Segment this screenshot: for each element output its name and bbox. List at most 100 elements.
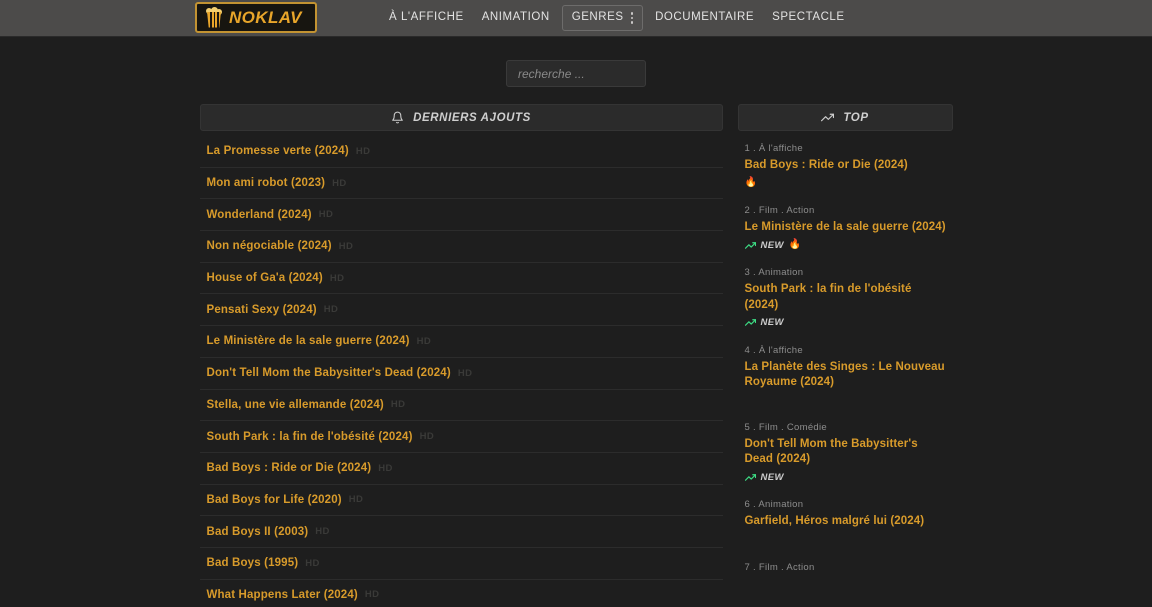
bell-icon [391, 111, 404, 124]
top-item-meta: 3 . Animation [744, 267, 804, 279]
top-item-title: La Planète des Singes : Le Nouveau Royau… [744, 360, 945, 388]
main-content: DERNIERS AJOUTS La Promesse verte (2024)… [0, 87, 1152, 607]
quality-badge: HD [364, 589, 380, 601]
nav-item-documentaire[interactable]: DOCUMENTAIRE [646, 6, 763, 30]
top-item-meta: 7 . Film . Action [744, 561, 815, 573]
list-item[interactable]: Stella, une vie allemande (2024) HD [199, 390, 723, 422]
search-input[interactable] [506, 60, 646, 87]
top-item-meta: 4 . À l'affiche [744, 344, 803, 356]
top-item-flags: 🔥 [745, 177, 949, 189]
list-item[interactable]: What Happens Later (2024) HD [200, 580, 723, 607]
nav-item-label: À L'AFFICHE [389, 11, 464, 24]
nav-item-label: GENRES [571, 11, 624, 24]
trending-up-icon [744, 317, 756, 328]
quality-badge: HD [338, 240, 354, 252]
top-item-meta: 6 . Animation [744, 499, 804, 511]
quality-badge: HD [329, 272, 345, 284]
top-list-item[interactable]: 3 . Animation South Park : la fin de l'o… [738, 260, 953, 337]
quality-badge: HD [348, 494, 364, 506]
top-item-flags [745, 534, 949, 546]
quality-badge: HD [315, 526, 330, 538]
top-item-flags: NEW [744, 471, 949, 483]
top-panel-header: TOP [737, 104, 953, 131]
nav-item-animation[interactable]: ANIMATION [473, 6, 559, 30]
latest-additions-title: DERNIERS AJOUTS [413, 111, 531, 124]
trending-up-icon [744, 472, 756, 483]
nav-item-a-laffiche[interactable]: À L'AFFICHE [380, 6, 473, 30]
list-item[interactable]: Non négociable (2024) HD [199, 231, 723, 263]
new-badge: NEW [760, 317, 784, 329]
list-item-title: House of Ga'a (2024) [206, 272, 323, 285]
latest-additions-header: DERNIERS AJOUTS [199, 104, 723, 131]
quality-badge: HD [318, 209, 334, 221]
nav-item-genres[interactable]: GENRES [561, 5, 644, 31]
list-item-title: Wonderland (2024) [206, 208, 312, 221]
quality-badge: HD [390, 399, 406, 411]
top-list-item[interactable]: 2 . Film . Action Le Ministère de la sal… [738, 198, 953, 260]
top-item-title: Garfield, Héros malgré lui (2024) [744, 515, 925, 528]
quality-badge: HD [416, 335, 432, 347]
top-list-item[interactable]: 5 . Film . Comédie Don't Tell Mom the Ba… [738, 415, 953, 492]
top-panel: TOP 1 . À l'affiche Bad Boys : Ride or D… [737, 104, 953, 607]
list-item[interactable]: Bad Boys (1995) HD [199, 548, 723, 580]
list-item-title: La Promesse verte (2024) [206, 145, 349, 158]
nav-item-label: DOCUMENTAIRE [655, 11, 755, 24]
list-item[interactable]: Don't Tell Mom the Babysitter's Dead (20… [199, 358, 723, 390]
quality-badge: HD [378, 462, 393, 474]
trending-up-icon [821, 111, 835, 124]
top-list[interactable]: 1 . À l'affiche Bad Boys : Ride or Die (… [738, 136, 953, 607]
top-list-item[interactable]: 7 . Film . Action [738, 555, 953, 586]
latest-additions-list[interactable]: La Promesse verte (2024) HD Mon ami robo… [199, 136, 723, 607]
list-item-title: Stella, une vie allemande (2024) [206, 398, 384, 411]
top-item-title: Bad Boys : Ride or Die (2024) [744, 159, 908, 171]
top-list-item[interactable]: 4 . À l'affiche La Planète des Singes : … [738, 338, 953, 415]
list-item-title: Mon ami robot (2023) [206, 177, 326, 190]
latest-additions-panel: DERNIERS AJOUTS La Promesse verte (2024)… [199, 104, 723, 607]
brand-logo[interactable]: NOKLAV [195, 2, 317, 33]
top-item-flags: NEW [744, 317, 949, 329]
site-header: NOKLAV À L'AFFICHE ANIMATION GENRES DOCU… [0, 0, 1152, 37]
quality-badge: HD [323, 304, 339, 316]
list-item-title: Le Ministère de la sale guerre (2024) [206, 335, 410, 348]
top-item-title: Le Ministère de la sale guerre (2024) [744, 221, 946, 234]
quality-badge: HD [305, 557, 320, 569]
trending-up-icon [744, 240, 756, 251]
list-item-title: Bad Boys (1995) [206, 557, 299, 570]
list-item[interactable]: Wonderland (2024) HD [199, 199, 723, 232]
top-item-title: Don't Tell Mom the Babysitter's Dead (20… [744, 438, 918, 466]
list-item[interactable]: Bad Boys : Ride or Die (2024) HD [199, 453, 723, 485]
list-item-title: What Happens Later (2024) [206, 588, 358, 601]
kebab-menu-icon[interactable] [630, 12, 636, 24]
new-badge: NEW [760, 239, 784, 251]
list-item-title: Bad Boys : Ride or Die (2024) [206, 462, 372, 475]
list-item[interactable]: Le Ministère de la sale guerre (2024) HD [199, 326, 723, 358]
new-badge: NEW [760, 471, 784, 483]
quality-badge: HD [419, 431, 435, 443]
main-nav: À L'AFFICHE ANIMATION GENRES DOCUMENTAIR… [380, 0, 854, 36]
search-bar [0, 37, 1152, 87]
list-item[interactable]: Pensati Sexy (2024) HD [199, 294, 723, 327]
top-item-flags: NEW 🔥 [744, 239, 949, 251]
popcorn-icon [206, 6, 222, 28]
list-item[interactable]: Mon ami robot (2023) HD [199, 168, 723, 200]
top-item-meta: 5 . Film . Comédie [744, 422, 827, 434]
brand-name: NOKLAV [229, 8, 302, 27]
list-item-title: South Park : la fin de l'obésité (2024) [206, 430, 413, 443]
top-item-meta: 1 . À l'affiche [744, 143, 803, 154]
fire-icon: 🔥 [744, 177, 757, 189]
list-item-title: Non négociable (2024) [206, 240, 332, 253]
list-item[interactable]: House of Ga'a (2024) HD [199, 263, 723, 295]
top-item-title: South Park : la fin de l'obésité (2024) [744, 283, 912, 311]
list-item[interactable]: Bad Boys for Life (2020) HD [199, 485, 723, 517]
list-item[interactable]: South Park : la fin de l'obésité (2024) … [199, 421, 723, 453]
fire-icon: 🔥 [788, 239, 802, 251]
nav-item-label: ANIMATION [481, 11, 550, 24]
list-item[interactable]: Bad Boys II (2003) HD [199, 516, 723, 548]
list-item-title: Bad Boys II (2003) [206, 525, 309, 538]
top-list-item[interactable]: 6 . Animation Garfield, Héros malgré lui… [738, 492, 953, 554]
list-item[interactable]: La Promesse verte (2024) HD [199, 136, 723, 168]
top-list-item[interactable]: 1 . À l'affiche Bad Boys : Ride or Die (… [738, 136, 953, 198]
quality-badge: HD [332, 177, 347, 189]
top-item-meta: 2 . Film . Action [744, 205, 815, 217]
nav-item-spectacle[interactable]: SPECTACLE [763, 6, 853, 30]
